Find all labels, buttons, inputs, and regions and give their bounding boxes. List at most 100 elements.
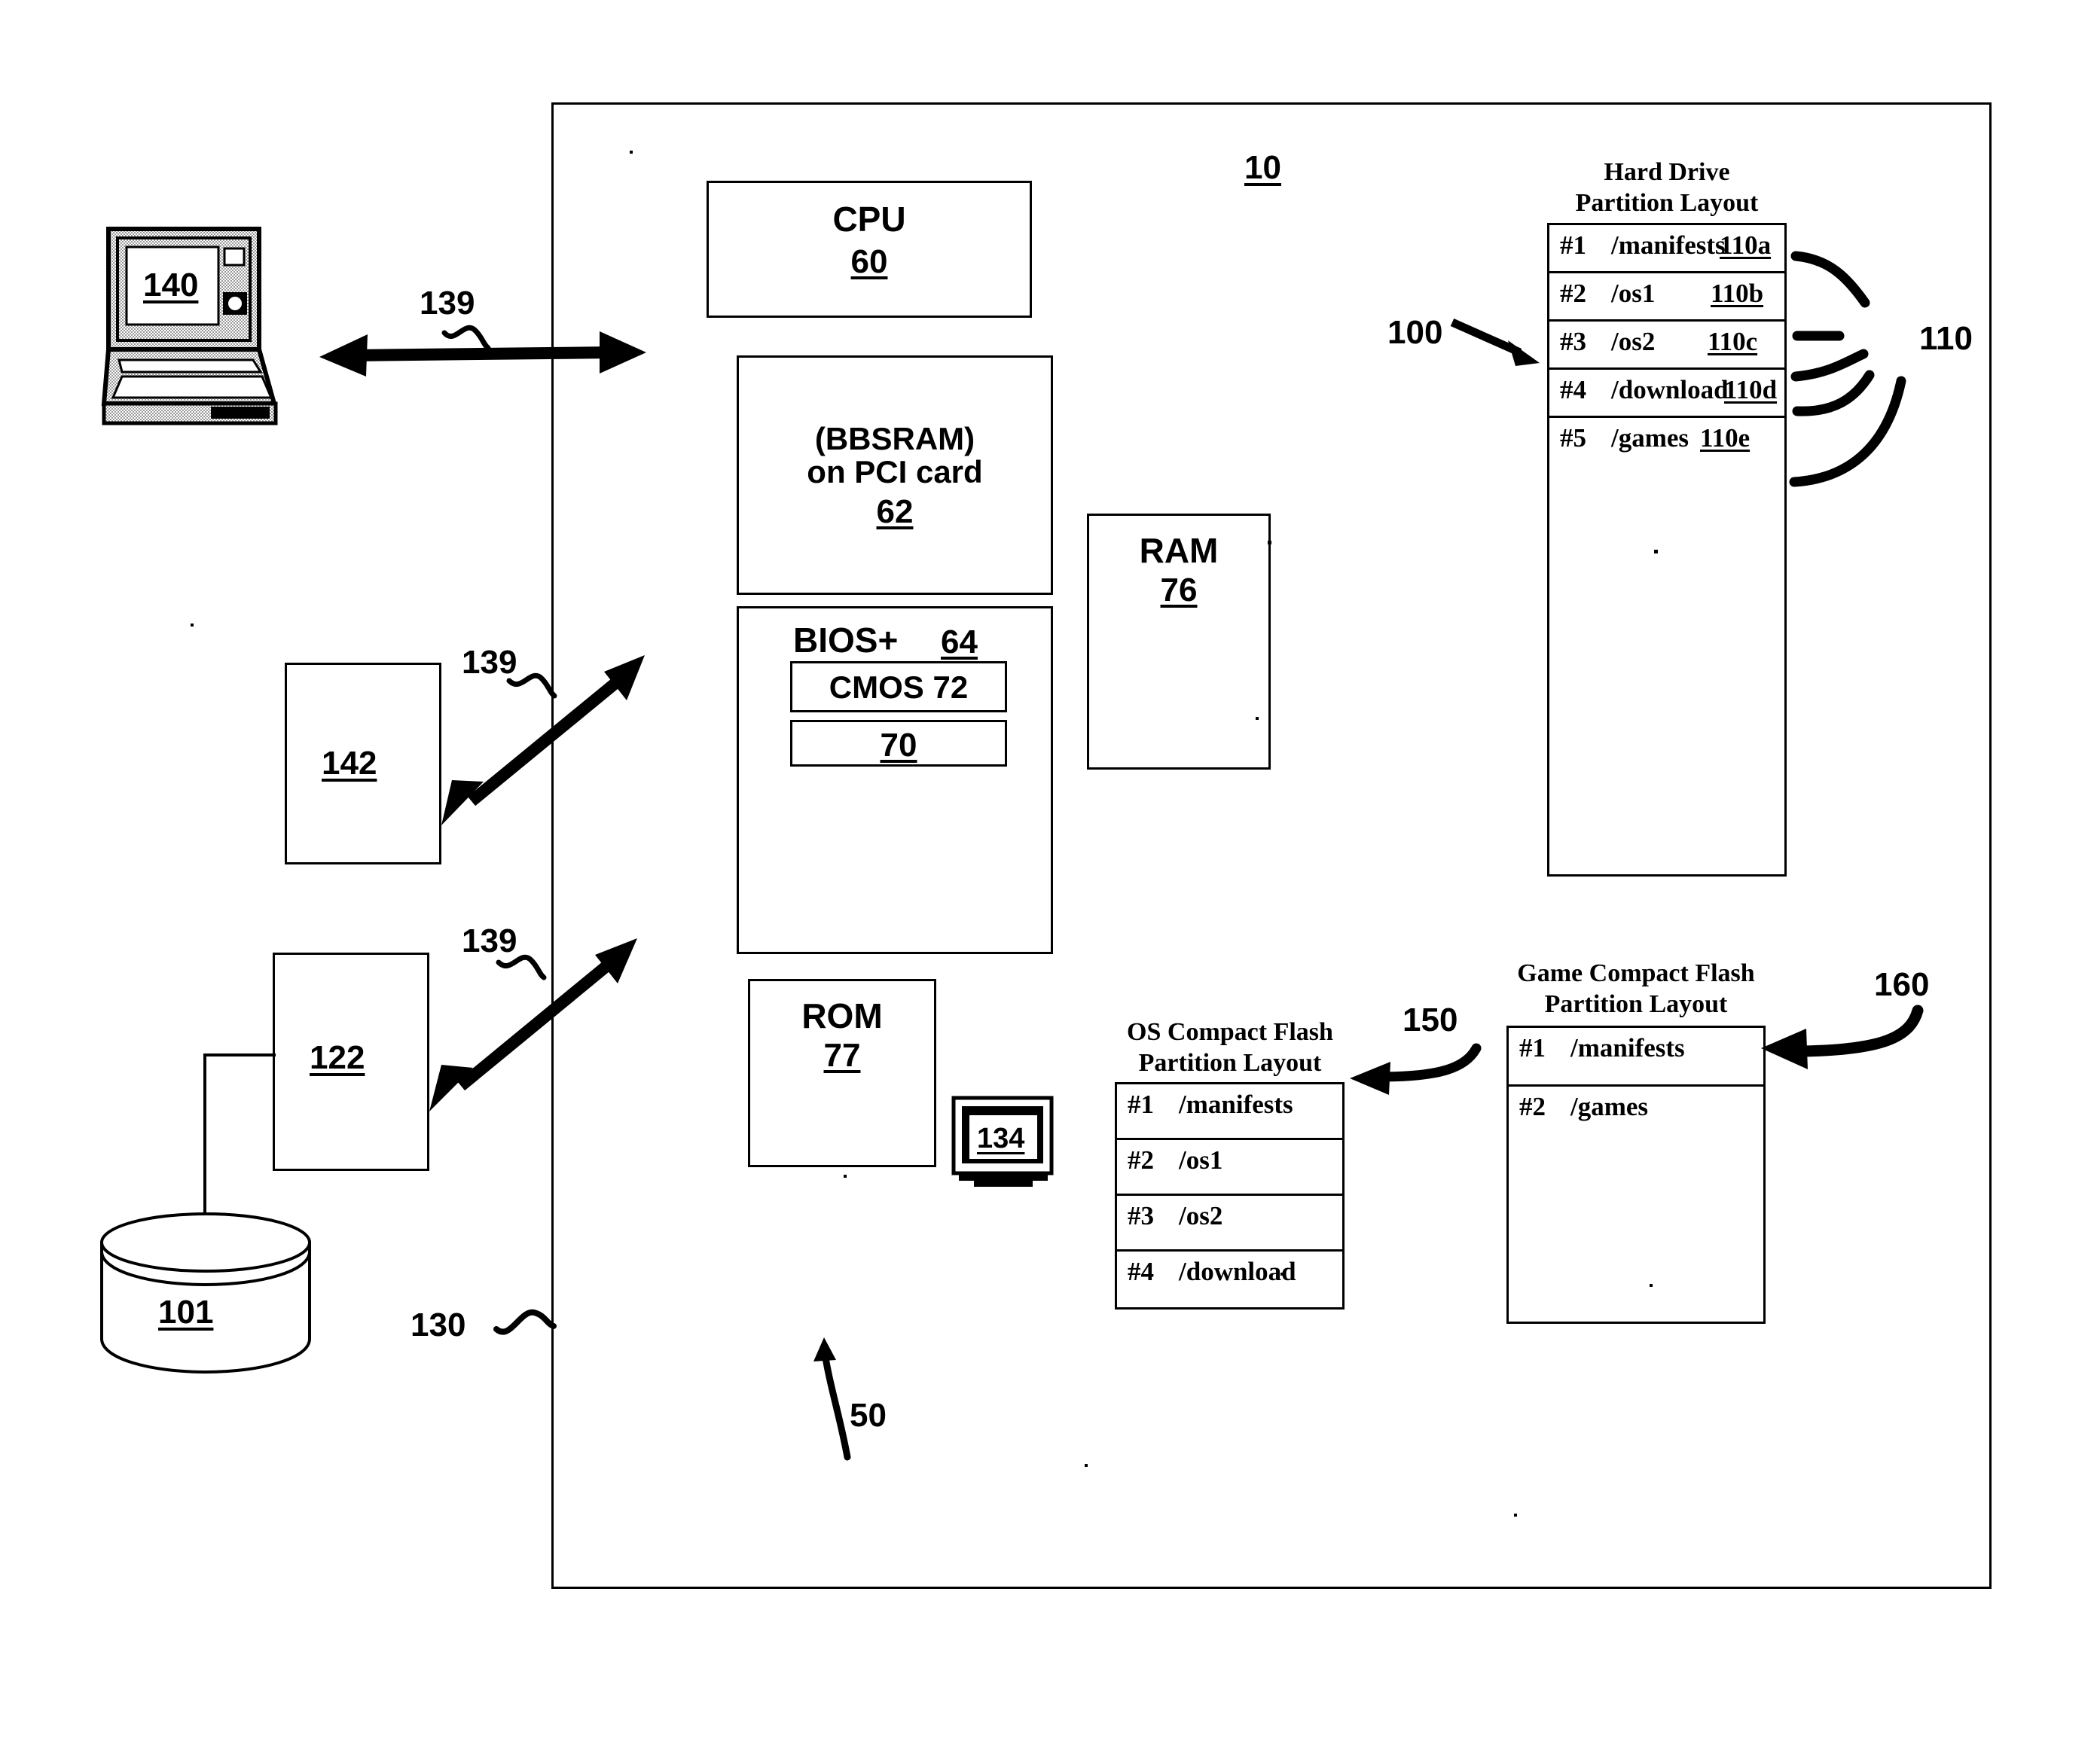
table-row: #1 /manifests 110a: [1549, 225, 1784, 273]
hd-row-2-ref: 110c: [1708, 327, 1758, 356]
hard-drive-table-title: Hard Drive Partition Layout: [1546, 157, 1788, 219]
bbsram-line2: on PCI card: [807, 454, 983, 490]
ref-100-arrow: [1448, 309, 1553, 369]
bios-title: BIOS+: [793, 620, 899, 660]
hd-row-2-name: /os2: [1611, 327, 1656, 356]
scan-speck: [1280, 1273, 1284, 1276]
table-row: #5 /games 110e: [1549, 418, 1784, 876]
hd-row-3-ref: 110d: [1724, 375, 1778, 404]
bios-inner-ref: 70: [880, 727, 917, 764]
ram-box: RAM 76: [1087, 514, 1271, 770]
oscf-row-3-num: #4: [1128, 1257, 1154, 1286]
box-122-bus-arrow: [416, 934, 642, 1114]
table-row: #3 /os2 110c: [1549, 322, 1784, 370]
scan-speck: [630, 151, 633, 154]
oscf-row-0-name: /manifests: [1179, 1090, 1293, 1119]
table-row: #2 /os1: [1117, 1140, 1342, 1196]
ref-label-100: 100: [1387, 314, 1443, 351]
os-cf-partition-table: #1 /manifests #2 /os1 #3 /os2 #4 /downlo…: [1115, 1082, 1345, 1310]
ref-label-110: 110: [1919, 320, 1973, 357]
patent-figure-canvas: 10 CPU 60 (BBSRAM) on PCI card 62 BIOS+ …: [0, 0, 2100, 1741]
rom-ref: 77: [823, 1037, 861, 1075]
hd-row-0-num: #1: [1560, 230, 1586, 260]
scan-speck: [1268, 541, 1271, 544]
game-cf-table-title: Game Compact Flash Partition Layout: [1503, 958, 1769, 1020]
oscf-row-1-name: /os1: [1179, 1145, 1223, 1175]
box-122-ref: 122: [310, 1039, 365, 1076]
ref-label-150: 150: [1403, 1002, 1458, 1038]
bbsram-line1: (BBSRAM): [814, 421, 975, 456]
bios-ref: 64: [941, 624, 978, 660]
ref-label-160: 160: [1874, 966, 1930, 1003]
bbsram-ref: 62: [876, 493, 914, 531]
database-icon-101: 101: [94, 1205, 335, 1378]
bios-inner-70-box: 70: [790, 720, 1007, 767]
hd-row-3-name: /download: [1611, 375, 1729, 404]
ref-160-arrow: [1755, 1002, 1928, 1084]
monitor-icon: 134: [951, 1096, 1057, 1190]
oscf-row-3-name: /download: [1179, 1257, 1296, 1286]
gamecf-row-1-name: /games: [1570, 1092, 1649, 1121]
rom-title: ROM: [801, 996, 883, 1035]
oscf-row-1-num: #2: [1128, 1145, 1154, 1175]
gamecf-row-0-num: #1: [1519, 1033, 1546, 1063]
table-row: #2 /games: [1509, 1087, 1763, 1322]
table-row: #4 /download 110d: [1549, 370, 1784, 418]
box-142-ref: 142: [322, 745, 377, 782]
cpu-ref: 60: [850, 243, 888, 281]
hd-row-2-num: #3: [1560, 327, 1586, 356]
table-row: #3 /os2: [1117, 1196, 1342, 1252]
hard-drive-partition-table: #1 /manifests 110a #2 /os1 110b #3 /os2 …: [1547, 223, 1787, 877]
gamecf-row-1-num: #2: [1519, 1092, 1546, 1121]
bbsram-box: (BBSRAM) on PCI card 62: [737, 355, 1053, 595]
ref-label-130: 130: [411, 1307, 466, 1343]
ref-50-arrow: [776, 1325, 926, 1461]
os-cf-title-line1: OS Compact Flash: [1127, 1018, 1333, 1046]
scan-speck: [1256, 717, 1259, 720]
cmos-box: CMOS 72: [790, 661, 1007, 712]
rom-box: ROM 77: [748, 979, 936, 1167]
game-cf-title-line1: Game Compact Flash: [1517, 959, 1755, 987]
scan-speck: [1654, 550, 1658, 553]
laptop-ref: 140: [143, 267, 199, 303]
hard-drive-title-line2: Partition Layout: [1575, 189, 1759, 218]
oscf-row-0-num: #1: [1128, 1090, 1154, 1119]
hd-row-1-ref: 110b: [1711, 279, 1764, 308]
gamecf-row-0-name: /manifests: [1570, 1033, 1685, 1063]
ref-150-arrow: [1342, 1043, 1485, 1105]
ref-label-10: 10: [1244, 149, 1281, 186]
hd-row-0-ref: 110a: [1720, 230, 1772, 260]
hd-row-4-num: #5: [1560, 423, 1586, 453]
scan-speck: [1650, 1284, 1653, 1287]
table-row: #4 /download: [1117, 1252, 1342, 1307]
cpu-title: CPU: [832, 200, 906, 239]
table-row: #1 /manifests: [1509, 1028, 1763, 1087]
hd-row-4-name: /games: [1611, 423, 1689, 453]
hd-row-1-num: #2: [1560, 279, 1586, 308]
hd-row-1-name: /os1: [1611, 279, 1656, 308]
table-row: #1 /manifests: [1117, 1084, 1342, 1140]
os-cf-table-title: OS Compact Flash Partition Layout: [1113, 1017, 1347, 1079]
ref-130-leader: [493, 1291, 576, 1344]
laptop-bus-arrow: [301, 301, 655, 392]
table-row: #2 /os1 110b: [1549, 273, 1784, 322]
hard-drive-title-line1: Hard Drive: [1604, 158, 1730, 186]
ref-110-bracket: [1789, 226, 1995, 527]
hd-row-3-num: #4: [1560, 375, 1586, 404]
box-142: 142: [285, 663, 441, 864]
oscf-row-2-num: #3: [1128, 1201, 1154, 1230]
hd-row-4-ref: 110e: [1700, 423, 1751, 453]
bios-box: BIOS+ 64 CMOS 72 70: [737, 606, 1053, 954]
os-cf-title-line2: Partition Layout: [1138, 1049, 1322, 1078]
cmos-label: CMOS 72: [829, 669, 969, 705]
database-ref-101: 101: [158, 1294, 214, 1331]
box-142-bus-arrow: [429, 654, 648, 827]
game-cf-partition-table: #1 /manifests #2 /games: [1506, 1026, 1766, 1324]
game-cf-title-line2: Partition Layout: [1544, 990, 1728, 1019]
scan-speck: [844, 1175, 847, 1178]
ram-title: RAM: [1139, 531, 1219, 570]
db-connector-line: [196, 1050, 301, 1231]
scan-speck: [1514, 1514, 1517, 1517]
ref-label-50: 50: [850, 1397, 887, 1434]
ram-ref: 76: [1160, 572, 1198, 609]
